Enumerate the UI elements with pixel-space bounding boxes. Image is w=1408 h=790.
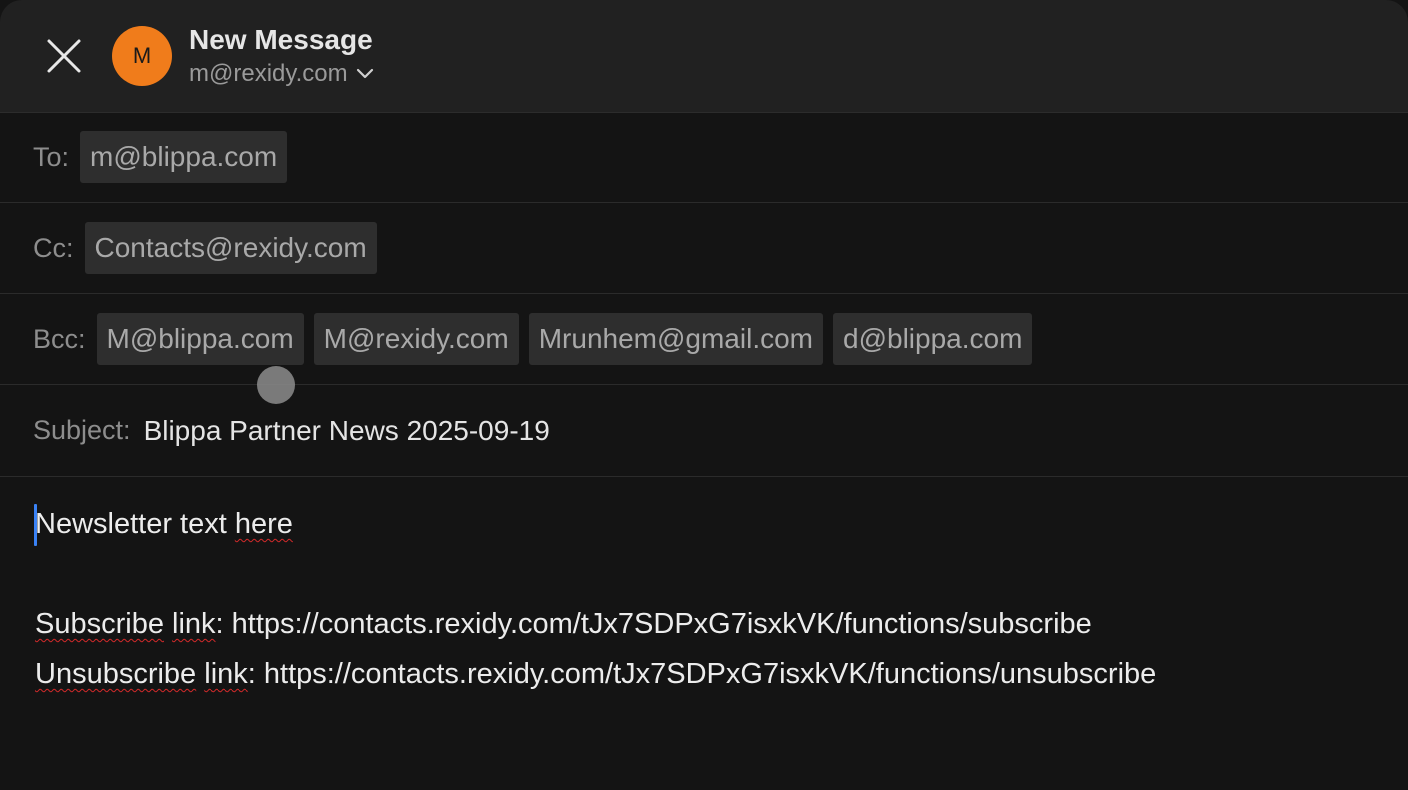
compose-sheet: M New Message m@rexidy.com To: m@blippa.… bbox=[0, 0, 1408, 790]
chevron-down-icon bbox=[356, 68, 373, 79]
cc-label: Cc: bbox=[33, 232, 74, 263]
body-line-unsubscribe: Unsubscribe link: https://contacts.rexid… bbox=[35, 658, 1156, 691]
page-title: New Message bbox=[189, 24, 373, 55]
touch-indicator bbox=[257, 366, 295, 404]
recipient-chip[interactable]: d@blippa.com bbox=[833, 313, 1033, 365]
misspelled-word[interactable]: Subscribe bbox=[35, 608, 164, 640]
recipient-chip[interactable]: m@blippa.com bbox=[80, 131, 288, 183]
unsubscribe-link-text: : https://contacts.rexidy.com/tJx7SDPxG7… bbox=[247, 658, 1157, 690]
misspelled-word[interactable]: Unsubscribe bbox=[35, 658, 196, 690]
to-row[interactable]: To: m@blippa.com bbox=[0, 112, 1408, 203]
account-email: m@rexidy.com bbox=[189, 60, 348, 87]
avatar: M bbox=[112, 26, 172, 86]
compose-header: M New Message m@rexidy.com bbox=[0, 0, 1408, 113]
close-button[interactable] bbox=[40, 32, 88, 80]
subject-row[interactable]: Subject: Blippa Partner News 2025-09-19 bbox=[0, 385, 1408, 477]
cc-row[interactable]: Cc: Contacts@rexidy.com bbox=[0, 203, 1408, 294]
misspelled-word[interactable]: link bbox=[204, 658, 248, 690]
body-line-subscribe: Subscribe link: https://contacts.rexidy.… bbox=[35, 608, 1092, 641]
account-switcher[interactable]: m@rexidy.com bbox=[189, 60, 374, 88]
bcc-label: Bcc: bbox=[33, 323, 86, 354]
message-body[interactable]: Newsletter text here Subscribe link: htt… bbox=[0, 477, 1408, 790]
body-text bbox=[164, 608, 172, 640]
recipient-chip[interactable]: M@rexidy.com bbox=[313, 313, 519, 365]
to-label: To: bbox=[33, 141, 70, 172]
misspelled-word[interactable]: here bbox=[235, 508, 293, 540]
misspelled-word[interactable]: link bbox=[172, 608, 216, 640]
body-line-intro: Newsletter text here bbox=[35, 508, 293, 541]
bcc-row[interactable]: Bcc: M@blippa.com M@rexidy.com Mrunhem@g… bbox=[0, 294, 1408, 385]
subscribe-link-text: : https://contacts.rexidy.com/tJx7SDPxG7… bbox=[215, 608, 1092, 640]
close-icon bbox=[47, 39, 81, 73]
recipient-chip[interactable]: Contacts@rexidy.com bbox=[84, 222, 377, 274]
body-text: Newsletter text bbox=[35, 508, 235, 540]
recipient-chip[interactable]: Mrunhem@gmail.com bbox=[528, 313, 823, 365]
subject-input[interactable]: Blippa Partner News 2025-09-19 bbox=[144, 415, 550, 447]
recipient-chip[interactable]: M@blippa.com bbox=[96, 313, 304, 365]
subject-label: Subject: bbox=[33, 415, 131, 445]
